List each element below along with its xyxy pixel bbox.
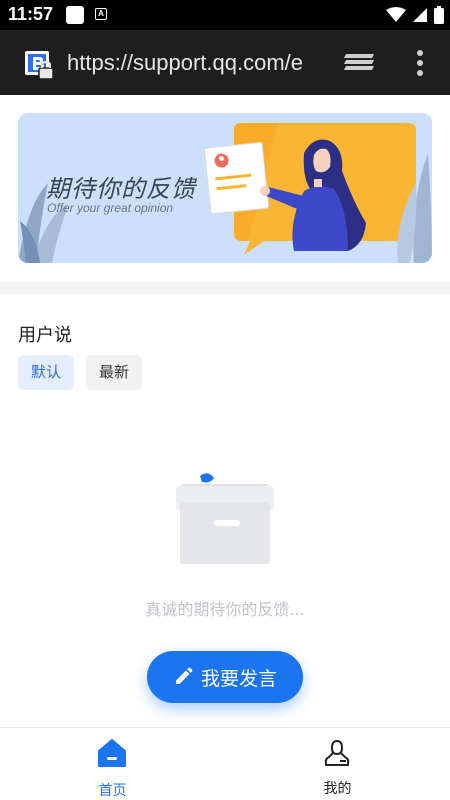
tab-mine[interactable]: 我的 (225, 728, 450, 800)
filter-chip-default[interactable]: 默认 (18, 355, 74, 390)
signal-icon (413, 8, 427, 22)
url-bar[interactable]: https://support.qq.com/e (67, 50, 319, 76)
post-feedback-button[interactable]: 我要发言 (147, 651, 303, 703)
bottom-tab-bar: 首页 我的 (0, 727, 450, 800)
section-divider (0, 282, 450, 294)
person-icon (324, 739, 350, 766)
browser-toolbar: https://support.qq.com/e (0, 30, 450, 95)
banner-subtitle: Offer your great opinion (47, 201, 174, 215)
more-vert-icon[interactable] (412, 48, 428, 78)
feedback-banner: 期待你的反馈 Offer your great opinion (18, 113, 432, 263)
battery-icon (434, 6, 444, 24)
empty-box-icon (176, 473, 274, 564)
square-notification-icon (66, 6, 84, 24)
home-icon (98, 739, 126, 767)
pencil-icon (175, 667, 193, 684)
status-bar: 11:57 A (0, 0, 450, 30)
a-notification-icon: A (95, 8, 107, 20)
empty-state-text: 真诚的期待你的反馈... (145, 600, 305, 619)
wifi-icon (386, 7, 406, 22)
tabs-icon[interactable] (344, 50, 376, 76)
tab-home-label: 首页 (98, 783, 127, 799)
filter-chip-latest[interactable]: 最新 (86, 355, 142, 390)
section-title: 用户说 (18, 325, 72, 346)
banner-title: 期待你的反馈 (46, 175, 196, 203)
status-icons (386, 5, 444, 25)
tab-home[interactable]: 首页 (0, 728, 225, 800)
app-screen: 11:57 A https://support.qq.com/e 期待你的反馈 … (0, 0, 450, 800)
status-time: 11:57 (8, 4, 54, 24)
post-feedback-label: 我要发言 (200, 667, 277, 690)
site-lock-icon[interactable] (25, 51, 55, 81)
tab-mine-label: 我的 (323, 781, 352, 797)
